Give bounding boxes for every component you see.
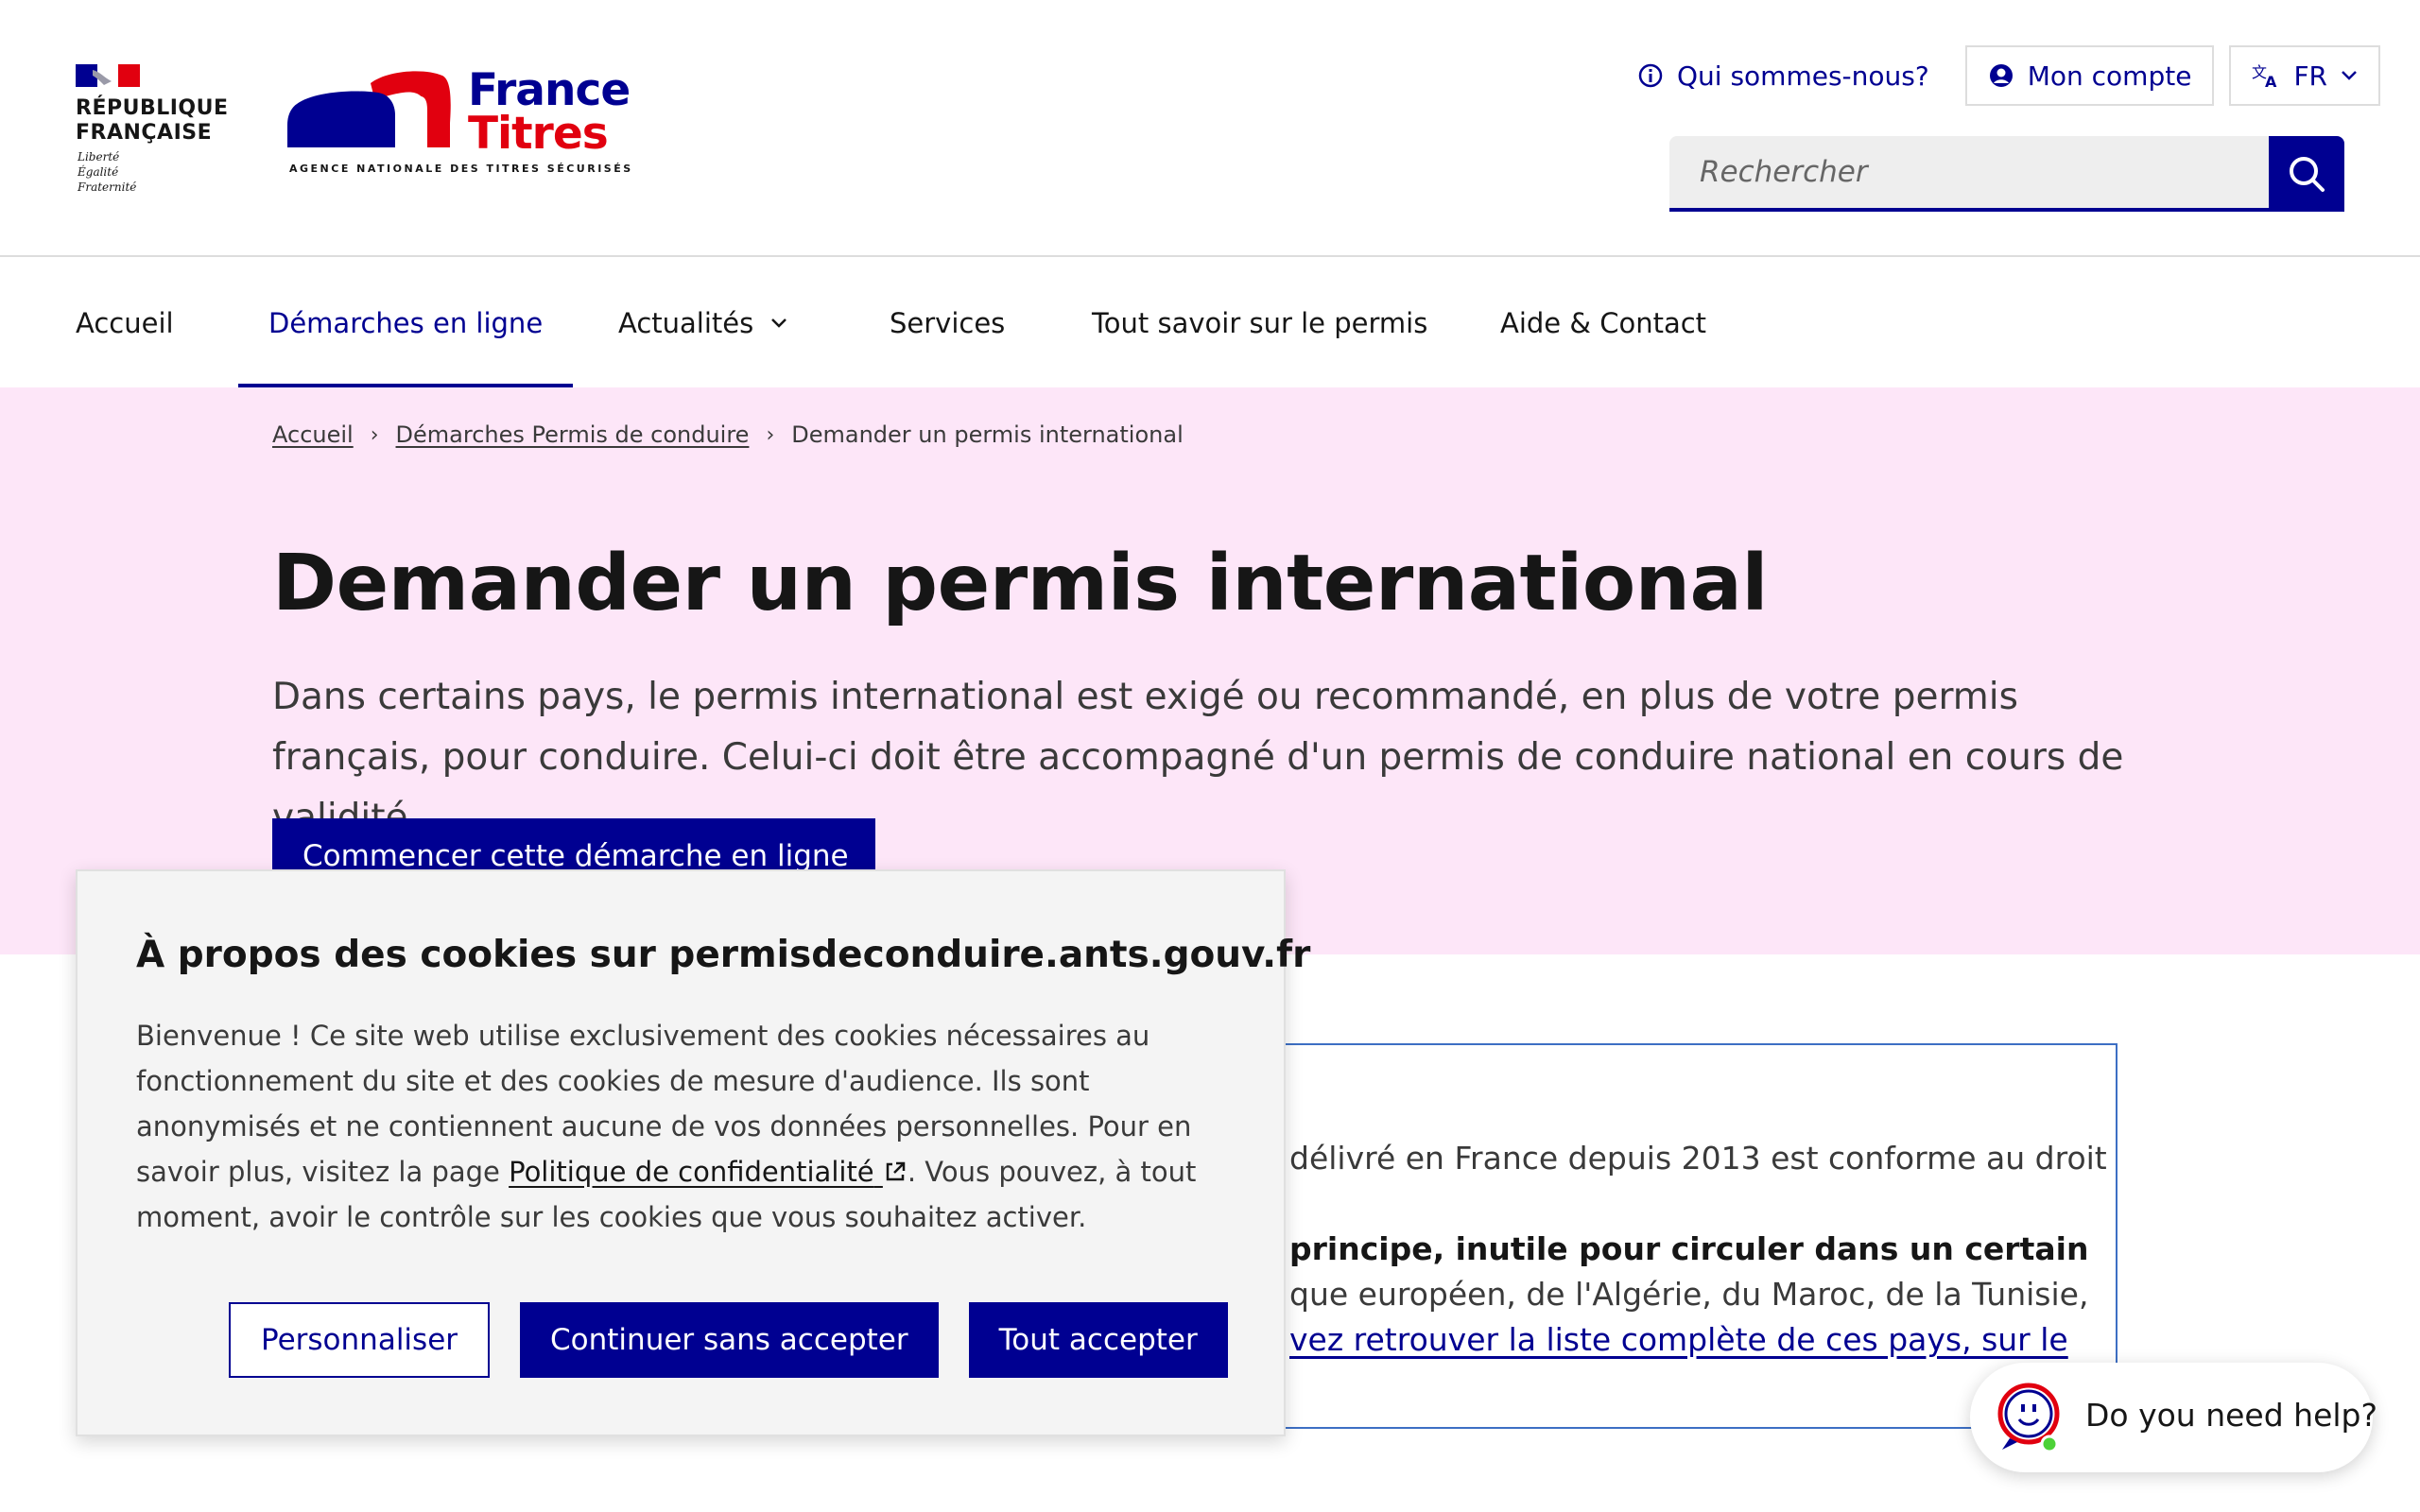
accept-all-cookies-button[interactable]: Tout accepter	[968, 1302, 1228, 1378]
info-icon	[1638, 63, 1663, 88]
brand-agency-tagline: AGENCE NATIONALE DES TITRES SÉCURISÉS	[289, 163, 633, 175]
callout-text: délivré en France depuis 2013 est confor…	[1289, 1140, 2107, 1177]
info-callout: délivré en France depuis 2013 est confor…	[1182, 1043, 2118, 1429]
nav-item-label: Accueil	[76, 307, 174, 339]
privacy-policy-link-label: Politique de confidentialité	[509, 1156, 874, 1188]
about-link[interactable]: Qui sommes-nous?	[1616, 45, 1950, 106]
page-title: Demander un permis international	[272, 539, 1769, 628]
cookie-consent-dialog: À propos des cookies sur permisdeconduir…	[76, 869, 1310, 1436]
language-selector-label: FR	[2293, 60, 2327, 92]
republique-francaise-title: RÉPUBLIQUE FRANÇAISE	[76, 96, 229, 145]
search-input[interactable]: Rechercher	[1669, 136, 2269, 212]
account-icon	[1989, 64, 2013, 87]
nav-item-label: Aide & Contact	[1500, 307, 1707, 339]
refuse-cookies-button[interactable]: Continuer sans accepter	[520, 1302, 939, 1378]
nav-item-accueil[interactable]: Accueil	[76, 259, 174, 387]
nav-item-demarches[interactable]: Démarches en ligne	[237, 259, 574, 387]
main-navigation: Accueil Démarches en ligne Actualités Se…	[0, 259, 2420, 387]
svg-text:A: A	[2265, 73, 2277, 89]
privacy-policy-link[interactable]: Politique de confidentialité	[509, 1156, 908, 1188]
chevron-down-icon	[771, 318, 787, 328]
marianne-flag-icon	[76, 64, 140, 87]
republique-motto: Liberté Égalité Fraternité	[78, 150, 137, 194]
account-button-label: Mon compte	[2027, 60, 2192, 92]
callout-text-bold: principe, inutile pour circuler dans un …	[1289, 1230, 2089, 1267]
brand-name-titres: Titres	[468, 108, 609, 160]
callout-link[interactable]: vez retrouver la liste complète de ces p…	[1289, 1317, 2068, 1363]
search-bar: Rechercher	[1669, 136, 2344, 212]
about-link-label: Qui sommes-nous?	[1676, 60, 1929, 92]
chevron-right-icon: ›	[370, 422, 379, 447]
nav-item-tout-savoir[interactable]: Tout savoir sur le permis	[1092, 259, 1427, 387]
france-titres-logo[interactable]: France Titres AGENCE NATIONALE DES TITRE…	[284, 66, 631, 180]
header-tools: Qui sommes-nous? Mon compte 文 A FR	[1616, 45, 2380, 106]
nav-item-label: Démarches en ligne	[268, 307, 544, 339]
help-chat-label: Do you need help?	[2085, 1397, 2378, 1434]
nav-item-label: Tout savoir sur le permis	[1092, 307, 1428, 339]
nav-item-actualites[interactable]: Actualités	[618, 259, 787, 387]
cookie-dialog-text: Bienvenue ! Ce site web utilise exclusiv…	[136, 1013, 1233, 1240]
france-titres-emblem-icon	[287, 71, 451, 147]
nav-item-aide-contact[interactable]: Aide & Contact	[1500, 259, 1706, 387]
chevron-down-icon	[2342, 71, 2357, 80]
external-link-icon	[886, 1161, 906, 1181]
search-icon	[2290, 157, 2325, 192]
republique-francaise-logo[interactable]: RÉPUBLIQUE FRANÇAISE Liberté Égalité Fra…	[76, 64, 236, 197]
translate-icon: 文 A	[2252, 63, 2277, 89]
cookie-dialog-actions: Personnaliser Continuer sans accepter To…	[229, 1302, 1228, 1378]
language-selector[interactable]: 文 A FR	[2229, 45, 2380, 106]
chatbot-avatar-icon	[1997, 1383, 2060, 1453]
chevron-right-icon: ›	[766, 422, 775, 447]
site-header: RÉPUBLIQUE FRANÇAISE Liberté Égalité Fra…	[0, 0, 2420, 257]
help-chat-widget[interactable]: Do you need help?	[1970, 1363, 2377, 1472]
cookie-dialog-title: À propos des cookies sur permisdeconduir…	[136, 934, 1311, 976]
breadcrumb-link-accueil[interactable]: Accueil	[272, 421, 354, 448]
search-button[interactable]	[2269, 136, 2344, 212]
callout-text: que européen, de l'Algérie, du Maroc, de…	[1289, 1276, 2089, 1313]
nav-item-services[interactable]: Services	[890, 259, 1005, 387]
nav-item-label: Services	[890, 307, 1006, 339]
account-button[interactable]: Mon compte	[1964, 45, 2215, 106]
breadcrumb: Accueil › Démarches Permis de conduire ›…	[272, 421, 1184, 448]
breadcrumb-current: Demander un permis international	[791, 421, 1184, 448]
customize-cookies-button[interactable]: Personnaliser	[229, 1302, 491, 1378]
nav-item-label: Actualités	[618, 307, 754, 339]
breadcrumb-link-demarches[interactable]: Démarches Permis de conduire	[396, 421, 750, 448]
